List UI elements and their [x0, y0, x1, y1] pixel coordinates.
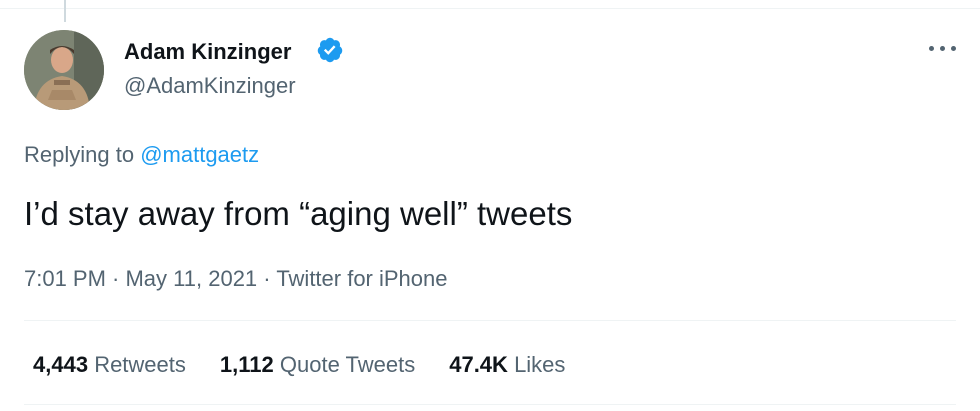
divider: [24, 320, 956, 321]
author-handle[interactable]: @AdamKinzinger: [124, 72, 296, 100]
divider: [24, 404, 956, 405]
likes-count: 47.4K: [449, 352, 508, 377]
top-divider: [0, 8, 980, 9]
quote-tweets-stat[interactable]: 1,112 Quote Tweets: [220, 350, 415, 380]
reply-mention-link[interactable]: @mattgaetz: [140, 142, 259, 167]
verified-badge-icon: [317, 37, 343, 63]
likes-label: Likes: [514, 352, 566, 377]
avatar[interactable]: [24, 30, 104, 110]
avatar-photo: [24, 30, 104, 110]
more-options-icon[interactable]: [926, 34, 960, 62]
replying-to-line: Replying to @mattgaetz: [24, 141, 259, 169]
quote-tweets-count: 1,112: [219, 352, 274, 377]
tweet-text: I’d stay away from “aging well” tweets: [24, 195, 573, 232]
author-display-name[interactable]: Adam Kinzinger: [124, 38, 291, 66]
retweets-label: Retweets: [94, 352, 186, 377]
quote-tweets-label: Quote Tweets: [279, 352, 416, 377]
replying-to-label: Replying to: [24, 142, 135, 167]
retweets-stat[interactable]: 4,443 Retweets: [33, 350, 186, 380]
tweet-timestamp-source[interactable]: 7:01 PM · May 11, 2021 · Twitter for iPh…: [24, 264, 448, 294]
retweets-count: 4,443: [33, 352, 89, 377]
engagement-stats: 4,443 Retweets 1,112 Quote Tweets 47.4K …: [33, 350, 599, 380]
likes-stat[interactable]: 47.4K Likes: [449, 350, 565, 380]
thread-connector-line: [64, 0, 66, 22]
